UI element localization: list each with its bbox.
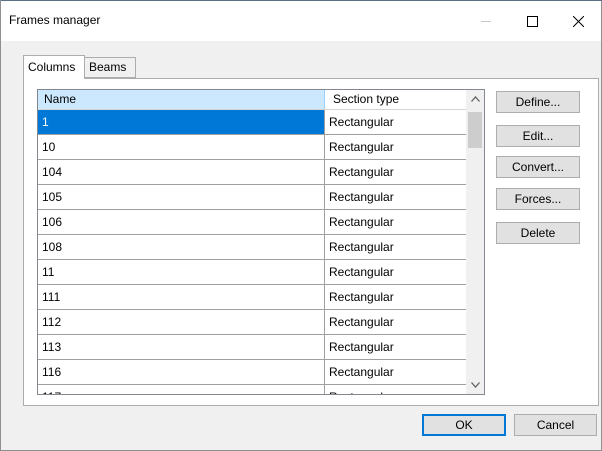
table-row[interactable]: 117 Rectangular (38, 385, 466, 394)
table-row[interactable]: 112 Rectangular (38, 310, 466, 335)
column-header-name-label: Name (44, 92, 77, 106)
tab-columns[interactable]: Columns (23, 55, 85, 79)
delete-button[interactable]: Delete (496, 222, 580, 244)
maximize-icon (526, 15, 538, 27)
cancel-button-label: Cancel (536, 418, 575, 432)
table-row[interactable]: 113 Rectangular (38, 335, 466, 360)
tab-beams[interactable]: Beams (84, 57, 136, 78)
cell-section-type: Rectangular (329, 365, 394, 379)
cell-section-type: Rectangular (329, 340, 394, 354)
cell-name: 112 (38, 310, 325, 334)
maximize-button[interactable] (509, 1, 555, 41)
cell-name: 11 (38, 260, 325, 284)
cell-section-type: Rectangular (329, 240, 394, 254)
convert-button-label: Convert... (511, 160, 565, 174)
cell-name: 117 (38, 385, 325, 394)
cell-name: 108 (38, 235, 325, 259)
table-row[interactable]: 111 Rectangular (38, 285, 466, 310)
tab-columns-label: Columns (28, 60, 76, 74)
frames-manager-dialog: Frames manager Columns Beams Name Sectio… (0, 0, 602, 451)
table-row[interactable]: 108 Rectangular (38, 235, 466, 260)
vertical-scrollbar[interactable] (466, 90, 484, 394)
column-header-section-type[interactable]: Section type (326, 90, 466, 109)
table-row[interactable]: 106 Rectangular (38, 210, 466, 235)
cell-name: 106 (38, 210, 325, 234)
column-header-name[interactable]: Name (38, 90, 325, 109)
cell-section-type: Rectangular (329, 190, 394, 204)
tab-beams-label: Beams (89, 60, 127, 74)
ok-button-label: OK (455, 418, 473, 432)
scroll-down-button[interactable] (466, 376, 484, 394)
title-bar[interactable]: Frames manager (1, 1, 601, 41)
chevron-down-icon (470, 382, 480, 388)
cell-name: 1 (38, 110, 325, 134)
cell-section-type: Rectangular (329, 290, 394, 304)
table-row[interactable]: 1 Rectangular (38, 110, 466, 135)
table-row[interactable]: 104 Rectangular (38, 160, 466, 185)
delete-button-label: Delete (520, 226, 556, 240)
list-header: Name Section type (38, 90, 466, 110)
define-button[interactable]: Define... (496, 91, 580, 113)
list-rows: 1 Rectangular 10 Rectangular 104 Rectang… (38, 110, 466, 394)
ok-button[interactable]: OK (422, 414, 506, 436)
forces-button[interactable]: Forces... (496, 188, 580, 210)
cell-name: 113 (38, 335, 325, 359)
column-header-section-type-label: Section type (333, 92, 400, 106)
cancel-button[interactable]: Cancel (514, 414, 597, 436)
cell-name: 104 (38, 160, 325, 184)
convert-button[interactable]: Convert... (496, 156, 580, 178)
cell-section-type: Rectangular (329, 165, 394, 179)
cell-section-type: Rectangular (329, 315, 394, 329)
frames-list[interactable]: Name Section type 1 Rectangular 10 Recta… (37, 89, 485, 395)
chevron-up-icon (470, 96, 480, 102)
table-row[interactable]: 10 Rectangular (38, 135, 466, 160)
scroll-up-button[interactable] (466, 90, 484, 108)
table-row[interactable]: 105 Rectangular (38, 185, 466, 210)
cell-name: 105 (38, 185, 325, 209)
cell-section-type: Rectangular (329, 140, 394, 154)
scrollbar-thumb[interactable] (468, 112, 482, 148)
cell-name: 116 (38, 360, 325, 384)
edit-button[interactable]: Edit... (496, 125, 580, 147)
close-button[interactable] (555, 1, 601, 41)
edit-button-label: Edit... (522, 129, 554, 143)
close-icon (572, 15, 584, 27)
table-row[interactable]: 11 Rectangular (38, 260, 466, 285)
define-button-label: Define... (515, 95, 561, 109)
cell-name: 10 (38, 135, 325, 159)
cell-section-type: Rectangular (329, 265, 394, 279)
minimize-icon (481, 21, 491, 22)
cell-section-type: Rectangular (329, 115, 394, 129)
table-row[interactable]: 116 Rectangular (38, 360, 466, 385)
cell-section-type: Rectangular (325, 385, 466, 394)
minimize-button[interactable] (463, 1, 509, 41)
cell-name: 111 (38, 285, 325, 309)
window-title: Frames manager (9, 13, 101, 27)
forces-button-label: Forces... (514, 192, 562, 206)
cell-section-type: Rectangular (329, 215, 394, 229)
